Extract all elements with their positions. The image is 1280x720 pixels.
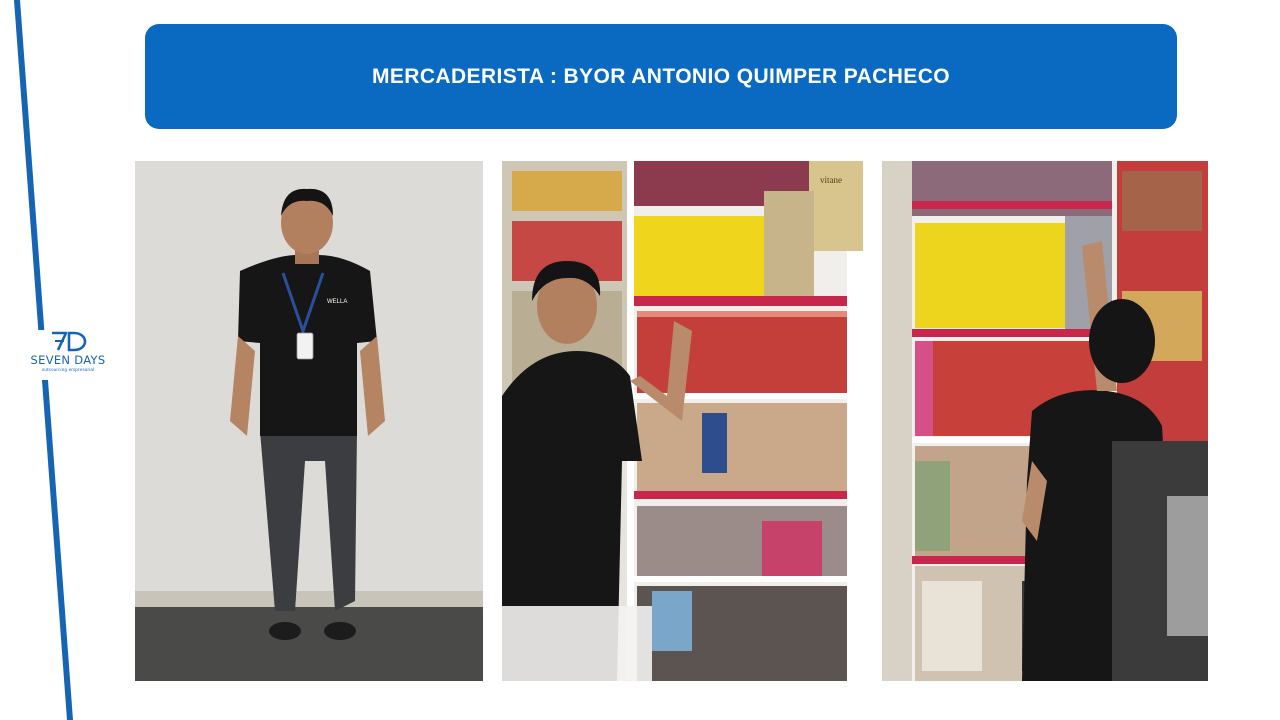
logo-tagline: outsourcing empresarial	[41, 367, 95, 372]
shelf-photo-1: vitane	[502, 161, 863, 681]
shelf-photo-2	[882, 161, 1208, 681]
seven-days-logo-mark-icon	[52, 331, 87, 352]
logo-name: SEVEN DAYS	[30, 353, 106, 367]
shirt-logo-text: WELLA	[327, 299, 347, 305]
page-title: MERCADERISTA : BYOR ANTONIO QUIMPER PACH…	[372, 64, 950, 88]
title-banner: MERCADERISTA : BYOR ANTONIO QUIMPER PACH…	[145, 24, 1177, 129]
portrait-photo: WELLA	[135, 161, 483, 681]
box-text: vitane	[820, 175, 842, 185]
seven-days-logo: SEVEN DAYS outsourcing empresarial	[18, 330, 118, 380]
